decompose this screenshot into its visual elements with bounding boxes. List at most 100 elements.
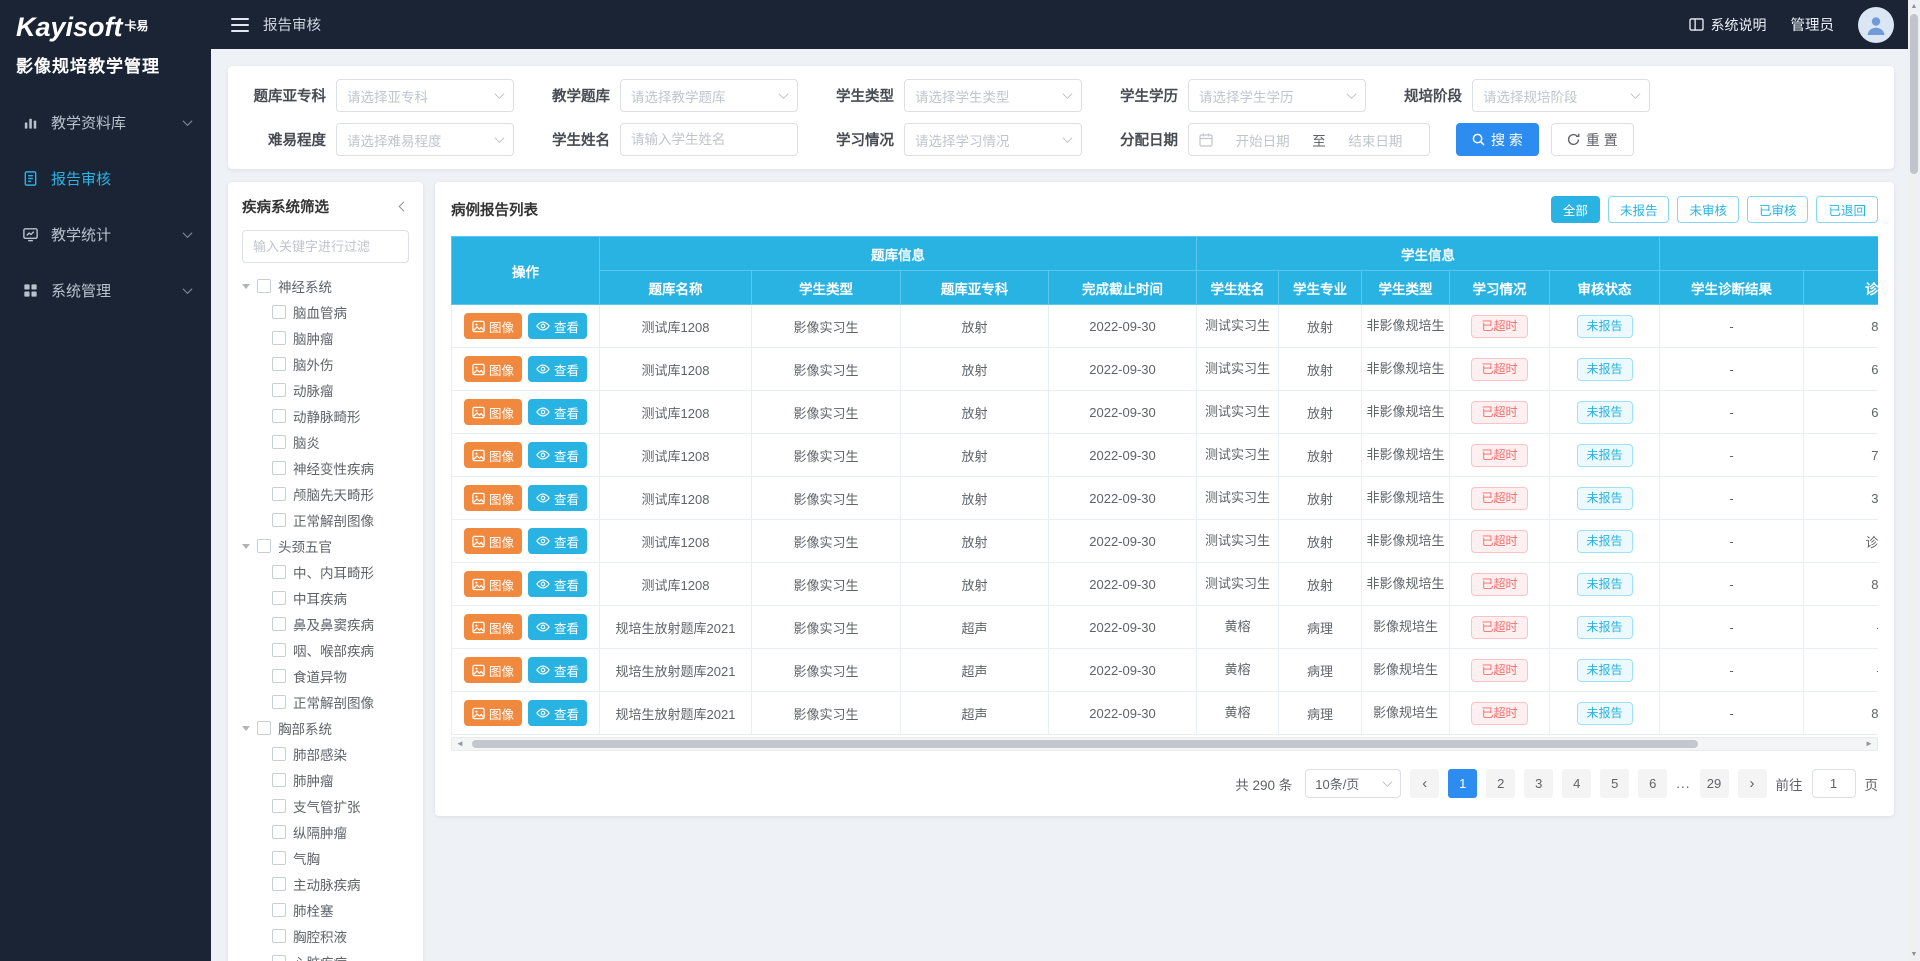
sidebar-item-teaching-stats[interactable]: 教学统计 (0, 206, 211, 262)
checkbox[interactable] (272, 357, 286, 371)
checkbox[interactable] (272, 695, 286, 709)
sidebar-item-system-admin[interactable]: 系统管理 (0, 262, 211, 318)
tree-node[interactable]: 头颈五官 (242, 533, 409, 559)
checkbox[interactable] (272, 435, 286, 449)
view-button[interactable]: 查看 (528, 571, 587, 597)
checkbox[interactable] (272, 643, 286, 657)
checkbox[interactable] (272, 825, 286, 839)
scroll-left-icon[interactable]: ◄ (452, 738, 468, 750)
tree-leaf[interactable]: 主动脉疾病 (242, 871, 409, 897)
checkbox[interactable] (257, 279, 271, 293)
search-button[interactable]: 搜 索 (1456, 123, 1539, 156)
page-button-29[interactable]: 29 (1700, 769, 1729, 798)
tree-leaf[interactable]: 正常解剖图像 (242, 689, 409, 715)
status-tab-unreviewed[interactable]: 未审核 (1677, 196, 1739, 223)
tree-leaf[interactable]: 肺部感染 (242, 741, 409, 767)
image-button[interactable]: 图像 (464, 442, 522, 468)
date-range-picker[interactable]: 开始日期 至 结束日期 (1188, 123, 1430, 156)
view-button[interactable]: 查看 (528, 399, 587, 425)
sidebar-item-teaching-library[interactable]: 教学资料库 (0, 94, 211, 150)
checkbox[interactable] (272, 409, 286, 423)
filter-select-difficulty[interactable]: 请选择难易程度 (336, 123, 514, 156)
checkbox[interactable] (272, 773, 286, 787)
scroll-up-icon[interactable]: ▲ (1911, 0, 1918, 13)
view-button[interactable]: 查看 (528, 356, 587, 382)
page-size-select[interactable]: 10条/页 (1305, 769, 1401, 798)
tree-leaf[interactable]: 肺肿瘤 (242, 767, 409, 793)
checkbox[interactable] (272, 747, 286, 761)
image-button[interactable]: 图像 (464, 356, 522, 382)
menu-toggle-icon[interactable] (231, 18, 249, 32)
view-button[interactable]: 查看 (528, 700, 587, 726)
tree-leaf[interactable]: 动静脉畸形 (242, 403, 409, 429)
tree-leaf[interactable]: 食道异物 (242, 663, 409, 689)
vscroll-thumb[interactable] (1910, 14, 1918, 174)
checkbox[interactable] (272, 487, 286, 501)
filter-select-bank-subspecialty[interactable]: 请选择亚专科 (336, 79, 514, 112)
tree-leaf[interactable]: 中耳疾病 (242, 585, 409, 611)
view-button[interactable]: 查看 (528, 313, 587, 339)
tree-leaf[interactable]: 脑血管病 (242, 299, 409, 325)
image-button[interactable]: 图像 (464, 657, 522, 683)
tree-leaf[interactable]: 咽、喉部疾病 (242, 637, 409, 663)
next-page-button[interactable]: › (1738, 769, 1767, 798)
checkbox[interactable] (272, 383, 286, 397)
filter-select-student-education[interactable]: 请选择学生学历 (1188, 79, 1366, 112)
image-button[interactable]: 图像 (464, 485, 522, 511)
image-button[interactable]: 图像 (464, 571, 522, 597)
tree-leaf[interactable]: 心脏疾病 (242, 949, 409, 961)
reset-button[interactable]: 重 置 (1551, 123, 1634, 156)
page-button-1[interactable]: 1 (1448, 769, 1477, 798)
tree-leaf[interactable]: 神经变性疾病 (242, 455, 409, 481)
checkbox[interactable] (257, 539, 271, 553)
scroll-down-icon[interactable]: ▼ (1911, 948, 1918, 961)
tree-leaf[interactable]: 胸腔积液 (242, 923, 409, 949)
checkbox[interactable] (272, 955, 286, 961)
checkbox[interactable] (272, 877, 286, 891)
checkbox[interactable] (272, 331, 286, 345)
image-button[interactable]: 图像 (464, 313, 522, 339)
image-button[interactable]: 图像 (464, 614, 522, 640)
checkbox[interactable] (272, 617, 286, 631)
page-button-3[interactable]: 3 (1524, 769, 1553, 798)
page-button-4[interactable]: 4 (1562, 769, 1591, 798)
tree-leaf[interactable]: 脑炎 (242, 429, 409, 455)
tree-leaf[interactable]: 气胸 (242, 845, 409, 871)
tree-leaf[interactable]: 肺栓塞 (242, 897, 409, 923)
tree-node[interactable]: 胸部系统 (242, 715, 409, 741)
page-button-6[interactable]: 6 (1638, 769, 1667, 798)
scroll-right-icon[interactable]: ► (1861, 738, 1877, 750)
goto-page-input[interactable] (1812, 769, 1856, 798)
filter-input-student-name[interactable] (620, 123, 798, 156)
status-tab-returned[interactable]: 已退回 (1816, 196, 1878, 223)
tree-search-input[interactable] (242, 230, 409, 263)
filter-select-study-status[interactable]: 请选择学习情况 (904, 123, 1082, 156)
tree-leaf[interactable]: 脑外伤 (242, 351, 409, 377)
checkbox[interactable] (272, 565, 286, 579)
image-button[interactable]: 图像 (464, 700, 522, 726)
checkbox[interactable] (257, 721, 271, 735)
hscroll-track[interactable] (468, 738, 1861, 750)
tree-leaf[interactable]: 纵隔肿瘤 (242, 819, 409, 845)
system-help-link[interactable]: 系统说明 (1689, 15, 1767, 35)
horizontal-scrollbar[interactable]: ◄ ► (451, 737, 1878, 751)
sidebar-item-report-audit[interactable]: 报告审核 (0, 150, 211, 206)
avatar[interactable] (1858, 7, 1894, 43)
checkbox[interactable] (272, 669, 286, 683)
tree-leaf[interactable]: 中、内耳畸形 (242, 559, 409, 585)
vertical-scrollbar[interactable]: ▲ ▼ (1908, 0, 1920, 961)
tree-leaf[interactable]: 正常解剖图像 (242, 507, 409, 533)
image-button[interactable]: 图像 (464, 399, 522, 425)
tree-leaf[interactable]: 鼻及鼻窦疾病 (242, 611, 409, 637)
view-button[interactable]: 查看 (528, 614, 587, 640)
username[interactable]: 管理员 (1791, 14, 1835, 35)
view-button[interactable]: 查看 (528, 442, 587, 468)
tree-leaf[interactable]: 动脉瘤 (242, 377, 409, 403)
tree-node[interactable]: 神经系统 (242, 273, 409, 299)
prev-page-button[interactable]: ‹ (1410, 769, 1439, 798)
checkbox[interactable] (272, 461, 286, 475)
image-button[interactable]: 图像 (464, 528, 522, 554)
filter-select-training-stage[interactable]: 请选择规培阶段 (1472, 79, 1650, 112)
collapse-panel-icon[interactable] (398, 201, 409, 212)
checkbox[interactable] (272, 929, 286, 943)
